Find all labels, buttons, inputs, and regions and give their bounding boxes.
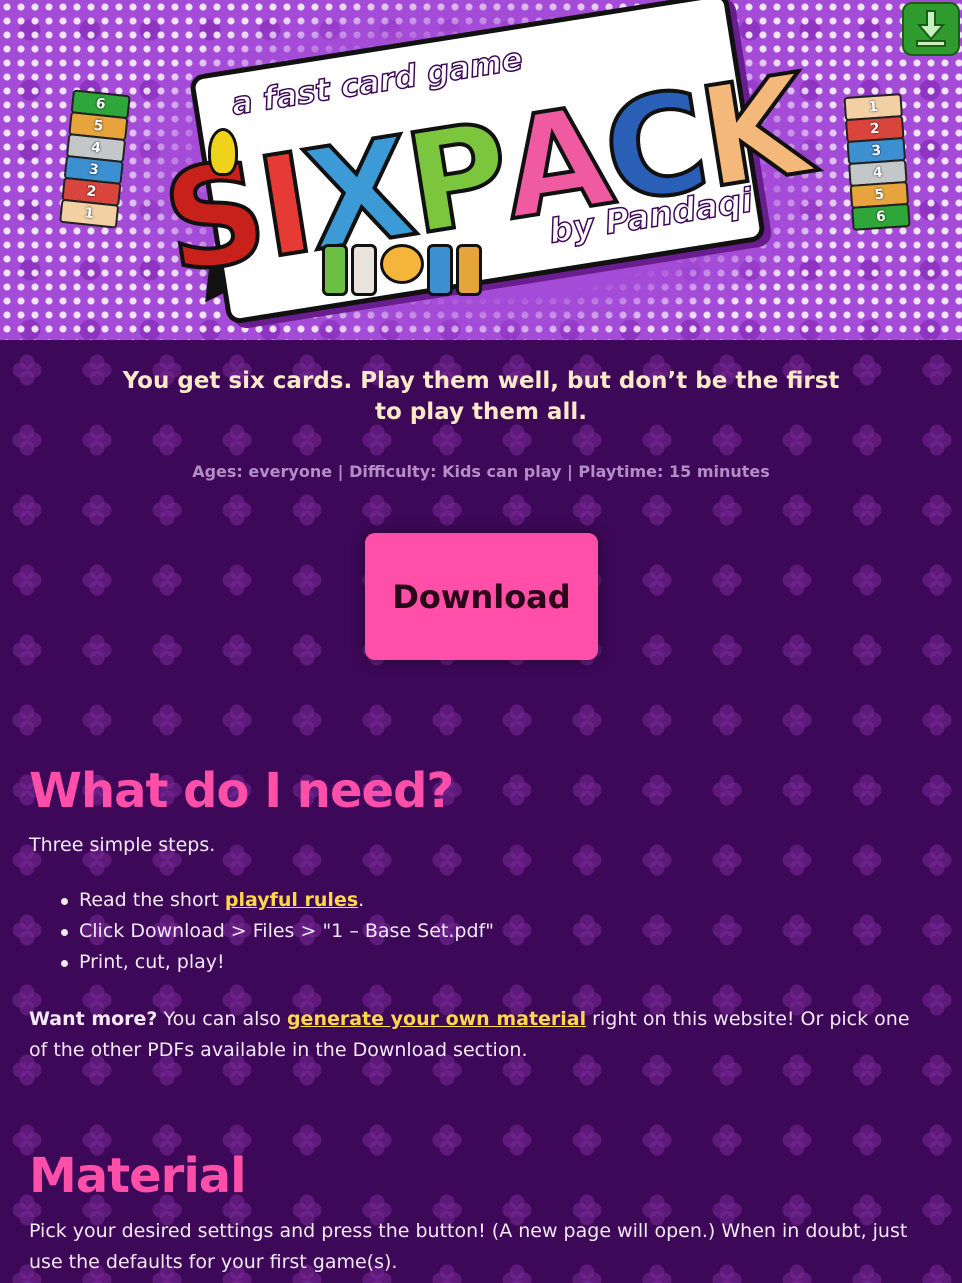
step-text: Read the short [79,889,225,911]
steps-intro-text: Three simple steps. [29,834,216,856]
paragraph-text: You can also [157,1008,287,1030]
lollipop-icon [427,244,453,296]
parrot-icon [208,128,238,176]
section-heading-what-do-i-need: What do I need? [29,763,454,819]
game-description: You get six cards. Play them well, but d… [122,368,840,425]
download-shortcut-button[interactable] [902,2,960,56]
download-arrow-icon [916,10,946,47]
section-heading-material: Material [29,1148,247,1204]
steps-list: Read the short playful rules. Click Down… [61,885,494,978]
right-card-fan: 123456 [843,93,911,231]
list-item: Print, cut, play! [61,947,494,978]
pizza-icon [380,244,424,284]
playful-rules-link[interactable]: playful rules [225,889,358,911]
game-meta-info: Ages: everyone | Difficulty: Kids can pl… [192,462,770,481]
download-button[interactable]: Download [365,533,598,660]
list-item: Click Download > Files > "1 – Base Set.p… [61,916,494,947]
want-more-label: Want more? [29,1008,158,1030]
step-text: . [358,889,365,911]
drink-bottle-icon [322,244,348,296]
playing-card: 6 [851,202,911,231]
skull-bottle-icon [351,244,377,296]
list-item: Read the short playful rules. [61,885,494,916]
beer-bottle-icon [456,244,482,296]
want-more-paragraph: Want more? You can also generate your ow… [29,1004,929,1066]
snack-illustrations-bottom [322,244,482,296]
header-banner: 654321 123456 a fast card game SIXPACK b… [0,0,962,340]
generate-material-link[interactable]: generate your own material [287,1008,586,1030]
material-instructions: Pick your desired settings and press the… [29,1220,908,1273]
